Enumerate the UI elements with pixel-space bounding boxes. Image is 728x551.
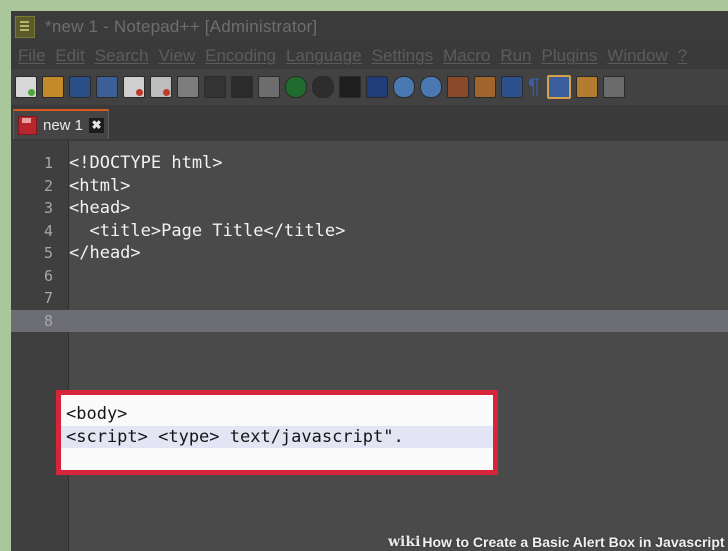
line-number: 3: [43, 199, 53, 217]
menu-help[interactable]: ?: [678, 46, 687, 66]
menu-language[interactable]: Language: [286, 46, 362, 66]
line-number: 7: [43, 289, 53, 307]
line-text: <title>Page Title</title>: [69, 220, 346, 241]
menu-edit[interactable]: Edit: [55, 46, 84, 66]
line-text: </head>: [69, 243, 141, 263]
show-all-chars-icon[interactable]: ¶: [528, 76, 542, 98]
line-number: 2: [43, 176, 53, 195]
line-number: 8: [43, 311, 53, 330]
new-file-icon[interactable]: [15, 76, 37, 98]
line-number: 1: [43, 154, 53, 172]
code-line[interactable]: 6: [11, 265, 728, 288]
unsaved-file-icon: [18, 115, 37, 135]
line-text: <head>: [69, 198, 131, 218]
menu-macro[interactable]: Macro: [443, 46, 490, 66]
window-title: *new 1 - Notepad++ [Administrator]: [45, 17, 318, 36]
tab-label: new 1: [43, 116, 84, 134]
redo-icon[interactable]: [312, 76, 334, 98]
print-icon[interactable]: [177, 76, 199, 98]
menu-plugins[interactable]: Plugins: [542, 46, 598, 66]
menu-run[interactable]: Run: [500, 46, 531, 66]
highlight-callout-box: <body> <script> <type> text/javascript".: [56, 390, 498, 475]
code-line[interactable]: 2 <html>: [11, 175, 728, 198]
highlighted-line-text: <body>: [66, 404, 128, 424]
replace-icon[interactable]: [366, 76, 388, 98]
notepadpp-app-icon[interactable]: [15, 16, 35, 38]
menu-encoding[interactable]: Encoding: [205, 46, 276, 66]
toolbar: ¶: [11, 69, 728, 105]
wikihow-watermark: wiki How to Create a Basic Alert Box in …: [388, 532, 725, 551]
code-line[interactable]: 7: [11, 287, 728, 310]
menu-view[interactable]: View: [159, 46, 196, 66]
line-number: 6: [43, 266, 53, 285]
word-wrap-icon[interactable]: [501, 76, 523, 98]
code-line[interactable]: 1 <!DOCTYPE html>: [11, 152, 728, 175]
copy-icon[interactable]: [231, 76, 253, 98]
zoom-in-icon[interactable]: [393, 76, 415, 98]
close-tab-icon[interactable]: ✖: [89, 117, 105, 133]
wikihow-logo: wiki: [388, 533, 421, 550]
highlighted-current-line-text: <script> <type> text/javascript".: [61, 425, 493, 448]
menu-bar: File Edit Search View Encoding Language …: [11, 43, 728, 69]
close-all-icon[interactable]: [150, 76, 172, 98]
save-all-icon[interactable]: [96, 76, 118, 98]
line-number: 4: [43, 221, 53, 240]
line-text: <html>: [69, 175, 131, 196]
tab-bar: new 1 ✖: [11, 105, 728, 141]
menu-window[interactable]: Window: [607, 46, 667, 66]
tab-new-1[interactable]: new 1 ✖: [13, 109, 109, 139]
find-icon[interactable]: [339, 76, 361, 98]
save-icon[interactable]: [69, 76, 91, 98]
code-line[interactable]: 3 <head>: [11, 197, 728, 220]
code-line[interactable]: 4 <title>Page Title</title>: [11, 220, 728, 243]
close-icon[interactable]: [123, 76, 145, 98]
user-language-icon[interactable]: [576, 76, 598, 98]
current-code-line[interactable]: 8: [11, 309, 728, 332]
indent-guide-icon[interactable]: [547, 75, 571, 99]
sync-horizontal-icon[interactable]: [474, 76, 496, 98]
line-text: <!DOCTYPE html>: [69, 153, 223, 173]
watermark-caption: How to Create a Basic Alert Box in Javas…: [422, 533, 725, 550]
menu-search[interactable]: Search: [95, 46, 149, 66]
menu-settings[interactable]: Settings: [372, 46, 433, 66]
title-bar: *new 1 - Notepad++ [Administrator]: [11, 11, 728, 43]
zoom-out-icon[interactable]: [420, 76, 442, 98]
sync-vertical-icon[interactable]: [447, 76, 469, 98]
code-line[interactable]: 5 </head>: [11, 242, 728, 265]
notepadpp-window: *new 1 - Notepad++ [Administrator] File …: [11, 11, 728, 551]
line-number: 5: [43, 244, 53, 262]
open-file-icon[interactable]: [42, 76, 64, 98]
code-editor[interactable]: 1 <!DOCTYPE html> 2 <html> 3 <head> 4 <t…: [11, 141, 728, 551]
macro-icon[interactable]: [603, 76, 625, 98]
cut-icon[interactable]: [204, 76, 226, 98]
undo-icon[interactable]: [285, 76, 307, 98]
paste-icon[interactable]: [258, 76, 280, 98]
menu-file[interactable]: File: [18, 46, 45, 66]
code-lines: 1 <!DOCTYPE html> 2 <html> 3 <head> 4 <t…: [11, 152, 728, 332]
